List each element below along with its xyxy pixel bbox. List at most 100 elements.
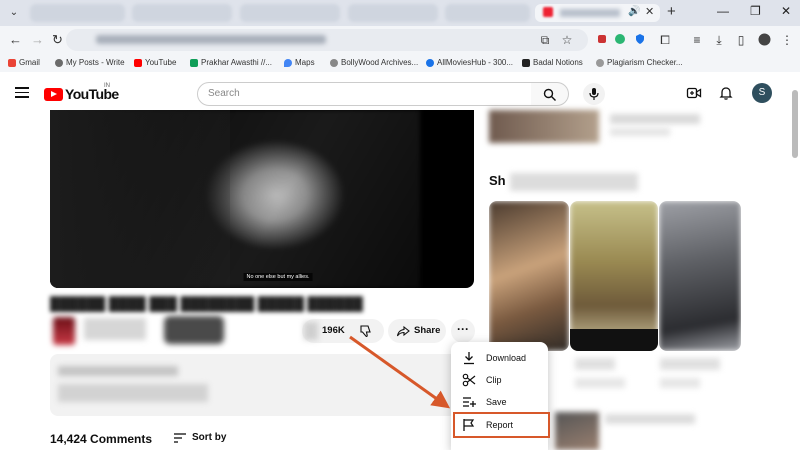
cast-icon[interactable]: ⧉ bbox=[538, 33, 552, 47]
close-window-icon[interactable]: ✕ bbox=[781, 4, 791, 18]
download-icon bbox=[464, 352, 474, 365]
menu-item-save[interactable]: Save bbox=[451, 391, 548, 413]
video-shadow bbox=[50, 110, 230, 288]
menu-item-clip[interactable]: Clip bbox=[451, 369, 548, 391]
hamburger-menu-icon[interactable] bbox=[15, 87, 29, 101]
map-pin-icon bbox=[284, 58, 292, 67]
scissors-icon bbox=[462, 373, 476, 387]
video-title: ██████ ████ ███ ████████ █████ ██████ bbox=[50, 296, 363, 311]
shield-icon[interactable] bbox=[633, 33, 647, 47]
bookmark-bollywood[interactable]: BollyWood Archives... bbox=[330, 58, 418, 67]
reload-icon[interactable]: ↻ bbox=[52, 32, 63, 48]
bookmark-allmovieshub[interactable]: AllMoviesHub - 300... bbox=[426, 58, 513, 67]
description-text bbox=[58, 384, 208, 402]
youtube-header: YouTube IN Search S bbox=[0, 72, 800, 114]
dislike-icon[interactable] bbox=[359, 324, 373, 338]
search-input[interactable]: Search bbox=[197, 82, 532, 106]
bookmark-badal-notions[interactable]: Badal Notions bbox=[522, 58, 583, 67]
youtube-icon bbox=[134, 58, 142, 67]
menu-item-download[interactable]: Download bbox=[451, 347, 548, 369]
video-player[interactable]: No one else but my allies. bbox=[50, 110, 474, 288]
country-code: IN bbox=[104, 83, 110, 89]
back-icon[interactable]: ← bbox=[9, 32, 22, 47]
profile-icon[interactable] bbox=[757, 33, 771, 47]
bookmark-plagiarism[interactable]: Plagiarism Checker... bbox=[596, 58, 683, 67]
browser-tab[interactable] bbox=[30, 4, 125, 22]
bookmark-my-posts[interactable]: My Posts - Write bbox=[55, 58, 125, 67]
sort-by-button[interactable]: Sort by bbox=[174, 432, 226, 443]
short-title bbox=[575, 358, 615, 370]
shorts-section-title-blur bbox=[510, 173, 638, 191]
video-subtitle: No one else but my allies. bbox=[243, 273, 313, 281]
menu-kebab-icon[interactable]: ⋮ bbox=[780, 33, 794, 47]
short-overlay-bar bbox=[570, 329, 658, 351]
playlist-add-icon bbox=[463, 397, 476, 407]
search-placeholder: Search bbox=[208, 88, 240, 99]
more-actions-button[interactable]: ··· bbox=[451, 319, 475, 343]
like-button[interactable] bbox=[304, 322, 318, 340]
scrollbar-thumb[interactable] bbox=[792, 90, 798, 158]
create-video-icon[interactable] bbox=[686, 85, 702, 101]
browser-tab[interactable] bbox=[132, 4, 232, 22]
short-thumbnail[interactable] bbox=[489, 201, 569, 351]
globe-icon bbox=[330, 58, 338, 67]
recommended-thumbnail[interactable] bbox=[489, 110, 599, 143]
subscribe-button[interactable] bbox=[164, 316, 224, 344]
report-highlight-box bbox=[453, 412, 550, 438]
puzzle-icon[interactable]: ⧠ bbox=[658, 33, 672, 47]
notion-icon bbox=[522, 58, 530, 67]
recommended-meta bbox=[610, 128, 670, 136]
tab-title bbox=[560, 9, 620, 17]
short-views bbox=[575, 378, 625, 388]
bookmark-prakhar[interactable]: Prakhar Awasthi //... bbox=[190, 58, 272, 67]
globe-icon bbox=[55, 58, 63, 67]
gmail-icon bbox=[8, 58, 16, 67]
channel-name[interactable] bbox=[84, 318, 146, 340]
bookmark-maps[interactable]: Maps bbox=[284, 58, 315, 67]
extension-icon[interactable] bbox=[595, 33, 609, 47]
bookmark-gmail[interactable]: Gmail bbox=[8, 58, 40, 67]
close-tab-icon[interactable]: ✕ bbox=[645, 5, 654, 18]
forward-icon[interactable]: → bbox=[31, 32, 44, 47]
browser-tab[interactable] bbox=[348, 4, 438, 22]
sort-icon bbox=[174, 432, 186, 443]
description-text bbox=[58, 366, 178, 376]
share-label: Share bbox=[414, 325, 441, 336]
browser-tab[interactable] bbox=[445, 4, 530, 22]
avatar[interactable]: S bbox=[752, 83, 772, 103]
tab-search-icon[interactable]: ⌄ bbox=[6, 5, 22, 21]
voice-search-button[interactable] bbox=[583, 83, 605, 105]
new-tab-icon[interactable]: + bbox=[667, 3, 676, 20]
short-views bbox=[660, 378, 700, 388]
browser-tab-bar: ⌄ 🔊 ✕ + — ❐ ✕ bbox=[0, 0, 800, 26]
tab-favicon bbox=[543, 7, 553, 17]
url-text bbox=[96, 35, 326, 44]
download-icon[interactable]: ⤓ bbox=[712, 33, 726, 47]
channel-avatar[interactable] bbox=[53, 317, 75, 345]
side-panel-icon[interactable]: ▯ bbox=[734, 33, 748, 47]
shorts-section-title: Sh bbox=[489, 173, 506, 188]
search-icon bbox=[543, 88, 556, 101]
globe-icon bbox=[596, 58, 604, 67]
speaker-icon[interactable]: 🔊 bbox=[628, 6, 640, 17]
recommended-title bbox=[605, 414, 695, 424]
search-button[interactable] bbox=[531, 82, 569, 106]
globe-icon bbox=[426, 58, 434, 67]
recommended-title[interactable] bbox=[610, 114, 700, 124]
bookmark-star-icon[interactable]: ☆ bbox=[560, 33, 574, 47]
short-thumbnail[interactable] bbox=[570, 201, 658, 351]
share-icon bbox=[396, 325, 410, 337]
extension-icon[interactable] bbox=[613, 33, 627, 47]
recommended-thumbnail[interactable] bbox=[555, 412, 599, 450]
restore-icon[interactable]: ❐ bbox=[750, 4, 761, 18]
minimize-icon[interactable]: — bbox=[717, 4, 729, 18]
short-title bbox=[660, 358, 720, 370]
short-thumbnail[interactable] bbox=[659, 201, 741, 351]
bookmarks-bar: Gmail My Posts - Write YouTube Prakhar A… bbox=[0, 54, 800, 72]
browser-tab[interactable] bbox=[240, 4, 340, 22]
youtube-play-icon bbox=[44, 87, 63, 101]
reading-list-icon[interactable]: ≡ bbox=[690, 33, 704, 47]
notifications-bell-icon[interactable] bbox=[718, 85, 734, 101]
browser-toolbar: ← → ↻ bbox=[0, 26, 800, 54]
bookmark-youtube[interactable]: YouTube bbox=[134, 58, 176, 67]
